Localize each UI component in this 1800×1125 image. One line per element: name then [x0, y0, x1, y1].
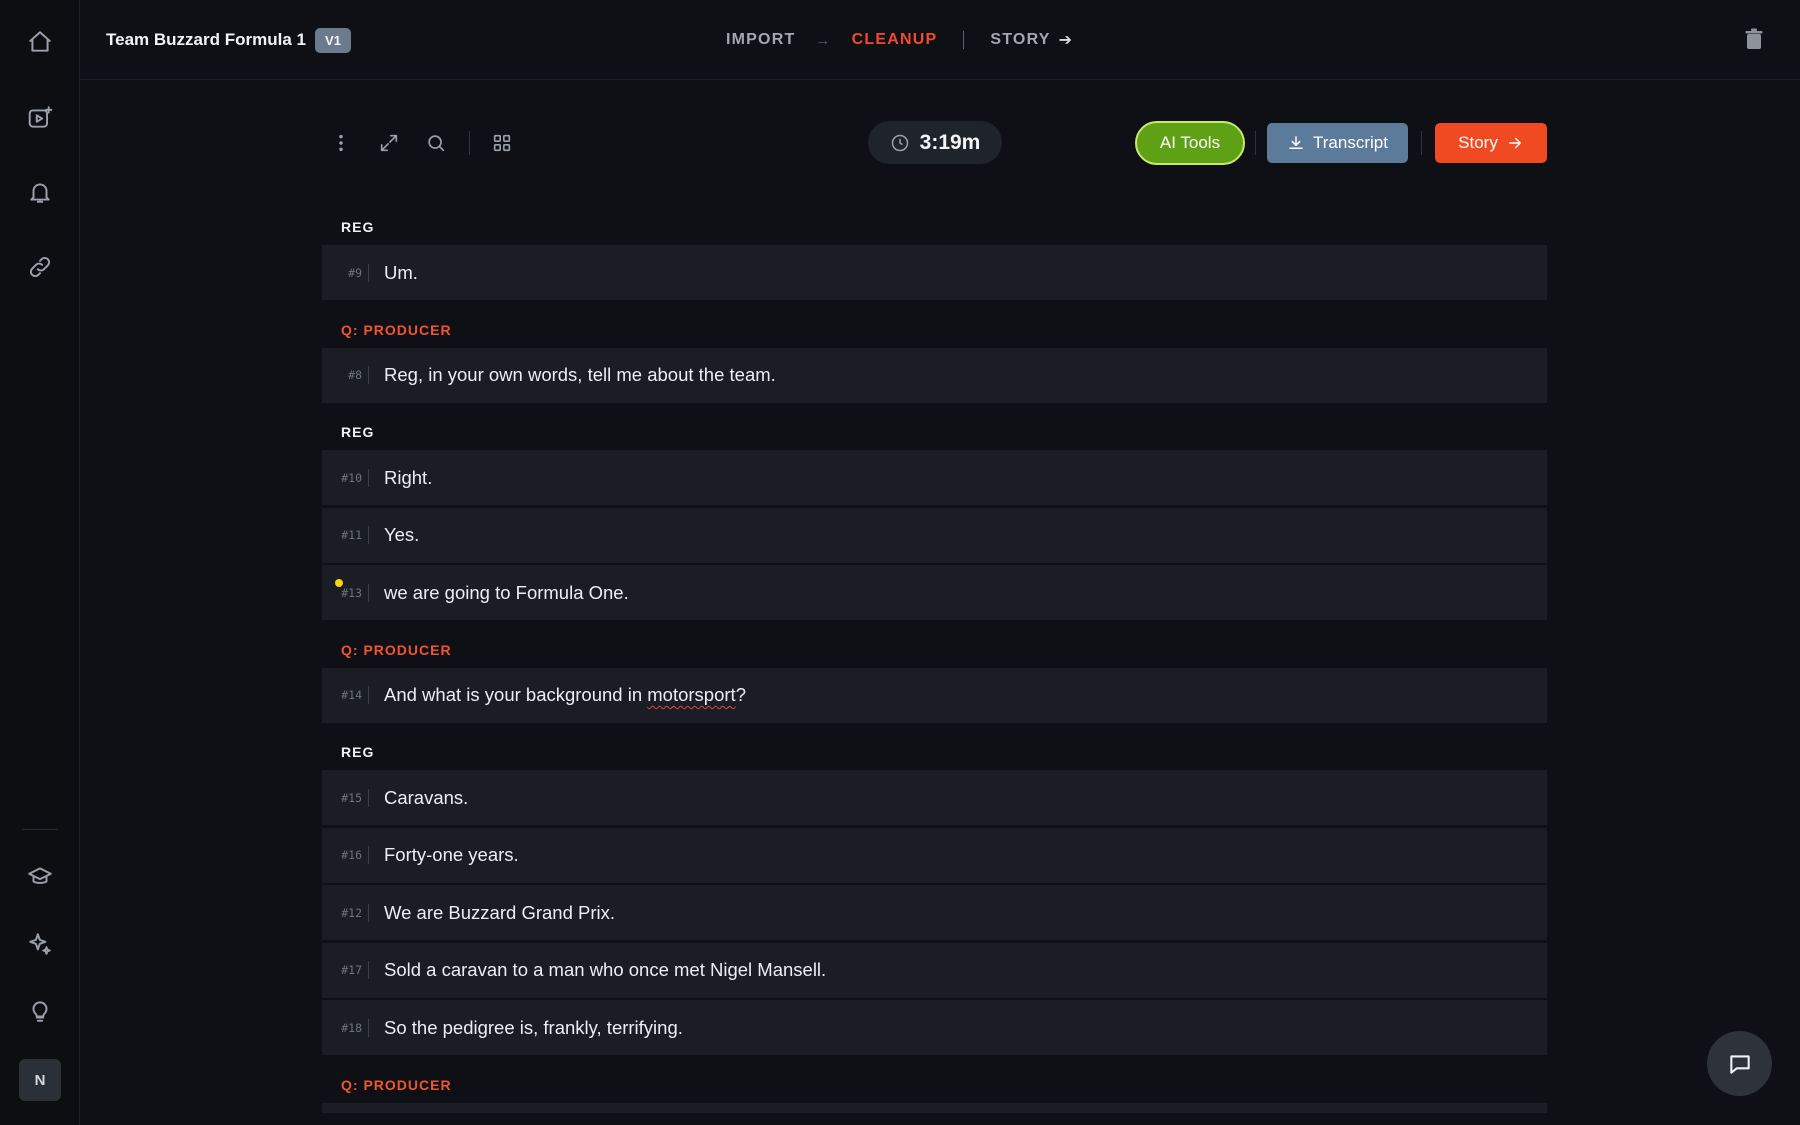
editor-toolbar: 3:19m AI Tools Transcript Story [322, 121, 1547, 165]
line-text[interactable]: So the pedigree is, frankly, terrifying. [384, 1017, 683, 1039]
story-label: Story [1458, 133, 1498, 152]
toolbar-divider [1421, 131, 1422, 155]
arrow-right-icon: → [815, 31, 832, 49]
line-text-part: And what is your background in [384, 684, 648, 705]
search-icon[interactable] [421, 128, 451, 158]
story-button[interactable]: Story [1435, 123, 1547, 163]
workflow-steps: IMPORT → CLEANUP STORY ➔ [726, 30, 1073, 50]
transcript-label: Transcript [1313, 133, 1388, 152]
speaker-label[interactable]: REG [322, 405, 1547, 450]
line-text[interactable]: Forty-one years. [384, 844, 519, 866]
download-icon [1289, 136, 1303, 149]
speaker-label[interactable]: REG [322, 725, 1547, 770]
line-text[interactable]: we are going to Formula One. [384, 582, 629, 604]
line-divider [368, 468, 369, 487]
graduation-cap-icon[interactable] [20, 857, 60, 897]
toolbar-divider [469, 131, 470, 155]
transcript-line[interactable] [322, 1102, 1547, 1113]
left-sidebar: N [0, 0, 80, 1125]
ai-tools-label: AI Tools [1159, 133, 1221, 152]
transcript-line[interactable]: #11 Yes. [322, 507, 1547, 563]
home-icon[interactable] [20, 22, 60, 62]
transcript-download-button[interactable]: Transcript [1267, 123, 1408, 163]
step-divider [963, 31, 965, 49]
toolbar-divider [1255, 131, 1256, 155]
version-badge[interactable]: V1 [315, 28, 351, 53]
expand-icon[interactable] [374, 128, 404, 158]
line-divider [368, 1018, 369, 1037]
line-number: #17 [341, 963, 362, 977]
more-vertical-icon[interactable] [326, 128, 356, 158]
grid-icon[interactable] [487, 128, 517, 158]
marker-dot-icon [335, 579, 343, 587]
line-text[interactable]: And what is your background in motorspor… [384, 684, 746, 706]
transcript-line[interactable]: #10 Right. [322, 450, 1547, 505]
speaker-label[interactable]: REG [322, 200, 1547, 245]
speaker-label[interactable]: Q: PRODUCER [322, 303, 1547, 348]
line-number: #18 [341, 1020, 362, 1035]
line-divider [368, 583, 369, 602]
line-divider [368, 961, 369, 979]
line-number: #14 [341, 688, 362, 702]
line-text[interactable]: Um. [384, 262, 418, 284]
line-divider [368, 686, 369, 704]
transcript: REG #9 Um. Q: PRODUCER #8 Reg, in your o… [322, 200, 1547, 1113]
line-text[interactable]: Sold a caravan to a man who once met Nig… [384, 959, 826, 981]
line-number: #8 [348, 368, 362, 382]
transcript-line[interactable]: #18 So the pedigree is, frankly, terrify… [322, 1000, 1547, 1055]
project-title[interactable]: Team Buzzard Formula 1 [106, 30, 306, 50]
transcript-line[interactable]: #14 And what is your background in motor… [322, 667, 1547, 723]
transcript-line[interactable]: #12 We are Buzzard Grand Prix. [322, 885, 1547, 940]
top-bar: Team Buzzard Formula 1 V1 IMPORT → CLEAN… [80, 0, 1800, 80]
line-divider [368, 263, 369, 282]
line-text[interactable]: Reg, in your own words, tell me about th… [384, 364, 776, 386]
transcript-line[interactable]: #15 Caravans. [322, 770, 1547, 825]
speaker-label[interactable]: Q: PRODUCER [322, 623, 1547, 668]
step-story[interactable]: STORY [990, 31, 1050, 49]
speaker-label[interactable]: Q: PRODUCER [322, 1058, 1547, 1103]
transcript-line[interactable]: #8 Reg, in your own words, tell me about… [322, 347, 1547, 403]
step-import[interactable]: IMPORT [726, 31, 795, 49]
chat-icon [1729, 1054, 1750, 1074]
line-number: #13 [341, 585, 362, 600]
line-number: #12 [341, 905, 362, 920]
line-text[interactable]: Caravans. [384, 787, 468, 809]
spellcheck-flag[interactable]: motorsport [647, 684, 735, 705]
transcript-line[interactable]: #17 Sold a caravan to a man who once met… [322, 942, 1547, 998]
transcript-line[interactable]: #13 we are going to Formula One. [322, 565, 1547, 620]
line-number: #16 [341, 848, 362, 862]
transcript-line[interactable]: #16 Forty-one years. [322, 827, 1547, 883]
line-text[interactable]: We are Buzzard Grand Prix. [384, 902, 615, 924]
lightbulb-icon[interactable] [20, 991, 60, 1031]
link-icon[interactable] [20, 247, 60, 287]
line-text-part: ? [735, 684, 746, 705]
line-divider [368, 526, 369, 544]
duration-display: 3:19m [868, 121, 1002, 164]
line-text[interactable]: Right. [384, 467, 432, 489]
clock-icon [891, 134, 908, 151]
step-cleanup[interactable]: CLEANUP [852, 31, 938, 49]
transcript-line[interactable]: #9 Um. [322, 245, 1547, 300]
line-number: #10 [341, 470, 362, 485]
chat-button[interactable] [1707, 1031, 1772, 1096]
bell-icon[interactable] [20, 172, 60, 212]
ai-tools-button[interactable]: AI Tools [1135, 121, 1245, 165]
arrow-right-icon[interactable]: ➔ [1059, 30, 1074, 50]
trash-icon[interactable] [1742, 27, 1768, 53]
line-number: #11 [341, 528, 362, 542]
avatar[interactable]: N [19, 1059, 61, 1101]
line-number: #9 [348, 265, 362, 280]
line-divider [368, 903, 369, 922]
line-number: #15 [341, 790, 362, 805]
line-divider [368, 788, 369, 807]
sidebar-divider [22, 829, 58, 830]
line-divider [368, 366, 369, 384]
sparkle-icon[interactable] [20, 924, 60, 964]
video-add-icon[interactable] [20, 98, 60, 138]
line-text[interactable]: Yes. [384, 524, 419, 546]
line-divider [368, 846, 369, 864]
arrow-right-icon [1508, 137, 1521, 149]
duration-text: 3:19m [919, 130, 981, 154]
